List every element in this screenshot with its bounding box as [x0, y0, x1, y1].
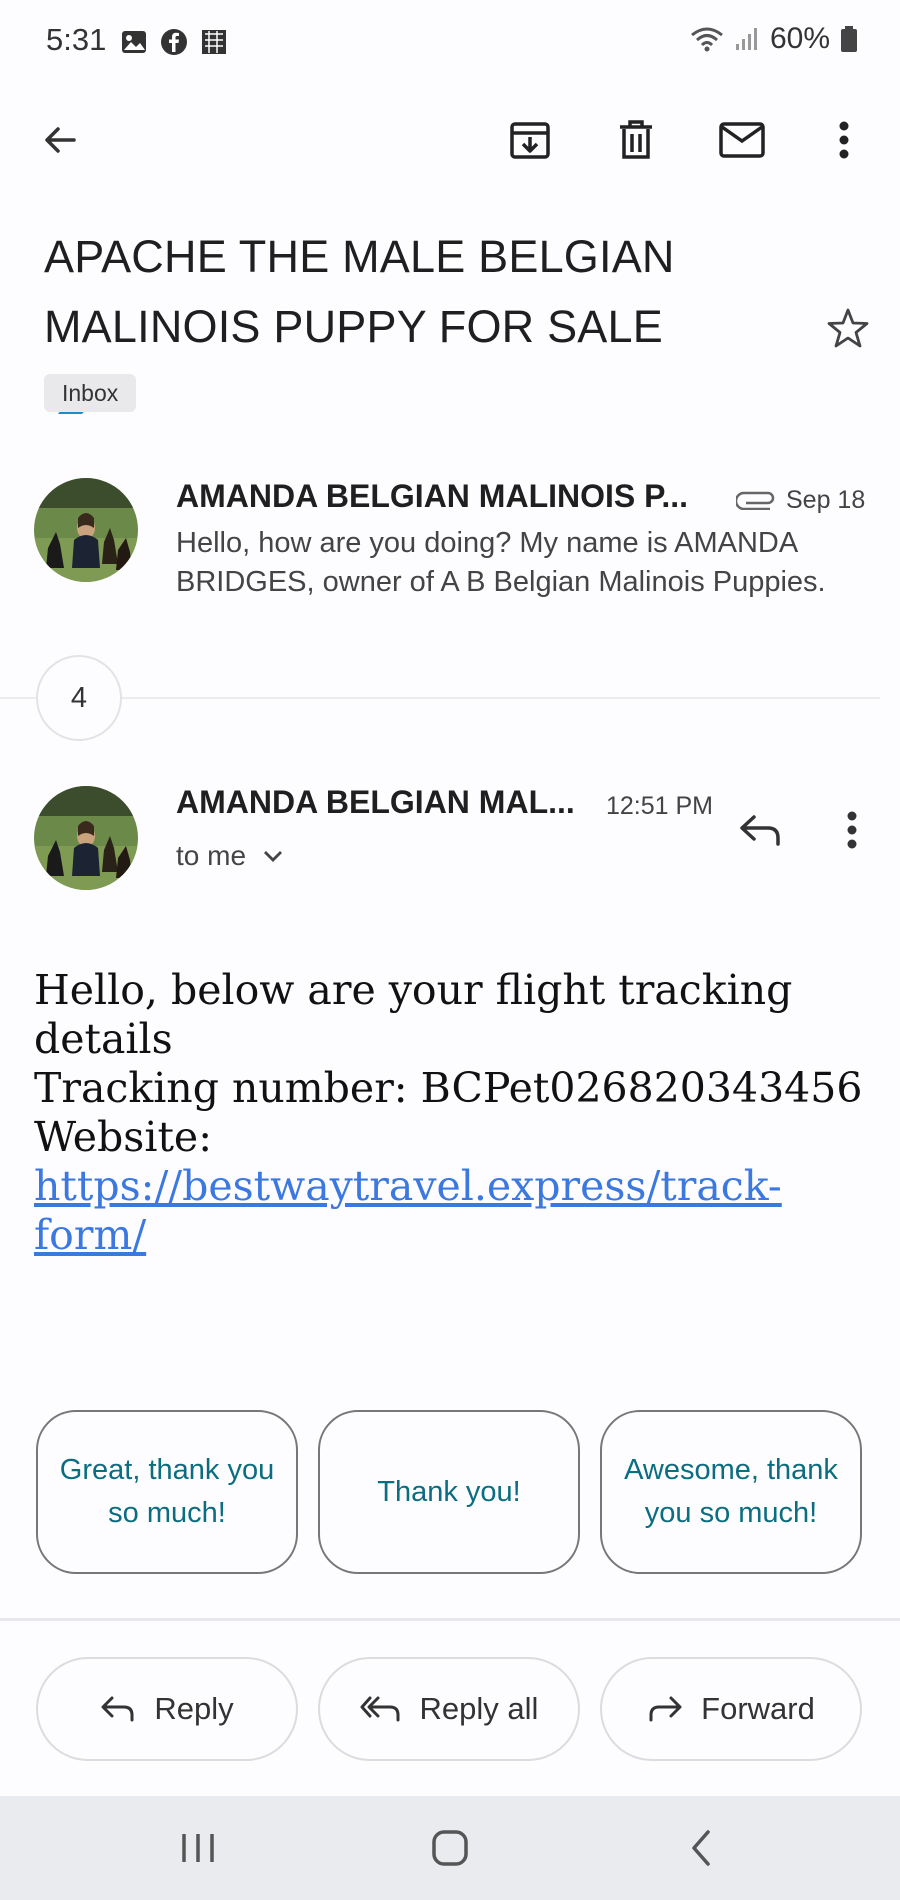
body-greeting: Hello, below are your flight tracking de…: [34, 966, 793, 1063]
smart-reply-1[interactable]: Great, thank you so much!: [36, 1410, 298, 1574]
status-bar: 5:31 60%: [0, 0, 900, 84]
back-nav-icon[interactable]: [682, 1828, 722, 1873]
avatar[interactable]: [34, 786, 138, 890]
back-arrow-icon[interactable]: [30, 110, 90, 170]
email-subject: APACHE THE MALE BELGIAN MALINOIS PUPPY F…: [44, 222, 704, 432]
body-tracking: Tracking number: BCPet026820343456: [34, 1064, 863, 1112]
signal-icon: [735, 28, 757, 50]
reply-all-label: Reply all: [419, 1691, 539, 1726]
website-prefix: Website:: [34, 1113, 213, 1161]
avatar[interactable]: [34, 478, 138, 582]
more-vert-icon[interactable]: [814, 110, 874, 170]
system-nav-bar: [0, 1796, 900, 1900]
star-icon[interactable]: [818, 298, 878, 358]
delete-icon[interactable]: [606, 110, 666, 170]
sender-name[interactable]: AMANDA BELGIAN MAL...: [176, 784, 596, 821]
tracking-link[interactable]: https://bestwaytravel.express/track-form…: [34, 1162, 782, 1259]
message-date: Sep 18: [786, 486, 866, 514]
reply-label: Reply: [154, 1691, 234, 1726]
recipient-toggle[interactable]: to me: [176, 840, 284, 872]
facebook-icon: [161, 29, 187, 55]
chevron-down-icon: [264, 851, 283, 862]
forward-label: Forward: [701, 1691, 815, 1726]
inbox-label-chip[interactable]: Inbox: [44, 374, 137, 412]
recent-apps-icon[interactable]: [178, 1828, 218, 1873]
reply-icon: [101, 1696, 134, 1722]
wifi-icon: [691, 27, 723, 52]
battery-icon: [841, 26, 857, 52]
gallery-icon: [122, 31, 146, 53]
archive-icon[interactable]: [500, 110, 560, 170]
reply-all-button[interactable]: Reply all: [318, 1657, 580, 1761]
battery-percent: 60%: [769, 22, 830, 55]
body-website: Website: https://bestwaytravel.express/t…: [34, 1113, 864, 1260]
collapsed-message[interactable]: AMANDA BELGIAN MALINOIS P... Sep 18 Hell…: [0, 470, 900, 610]
home-icon[interactable]: [430, 1828, 470, 1873]
system-status: 60%: [690, 22, 858, 56]
recipient-text: to me: [176, 840, 247, 871]
collapsed-divider: [0, 697, 880, 699]
reply-button[interactable]: Reply: [36, 1657, 298, 1761]
message-body: Hello, below are your flight tracking de…: [34, 966, 864, 1260]
reply-icon[interactable]: [730, 800, 790, 860]
reply-all-icon: [360, 1696, 400, 1722]
forward-button[interactable]: Forward: [600, 1657, 862, 1761]
status-time: 5:31: [46, 22, 107, 57]
attachment-icon: [736, 491, 775, 510]
forward-icon: [649, 1696, 682, 1722]
mark-unread-icon[interactable]: [712, 110, 772, 170]
notification-icons: [120, 28, 228, 56]
message-preview: Hello, how are you doing? My name is AMA…: [176, 527, 826, 598]
sender-name: AMANDA BELGIAN MALINOIS P...: [176, 478, 689, 514]
smart-reply-2[interactable]: Thank you!: [318, 1410, 580, 1574]
smart-reply-3[interactable]: Awesome, thank you so much!: [600, 1410, 862, 1574]
actions-divider: [0, 1618, 900, 1621]
message-time: 12:51 PM: [606, 792, 714, 820]
hidden-messages-count[interactable]: 4: [36, 655, 122, 741]
subject-text: APACHE THE MALE BELGIAN MALINOIS PUPPY F…: [44, 231, 675, 352]
message-more-icon[interactable]: [822, 800, 882, 860]
app-notification-icon: [202, 30, 226, 54]
